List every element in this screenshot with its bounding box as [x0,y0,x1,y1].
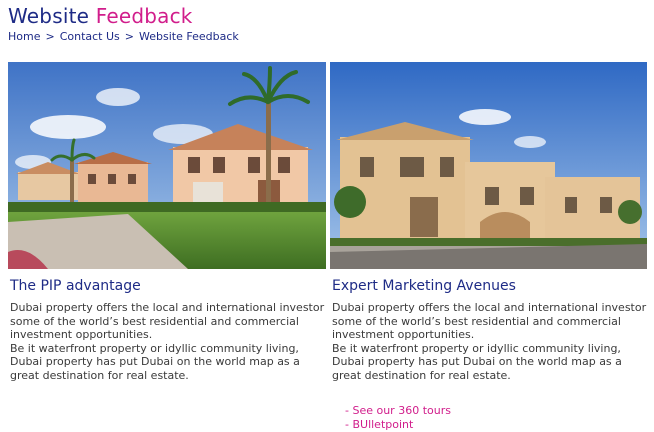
column-pip-advantage: The PIP advantage Dubai property offers … [10,278,328,382]
column-paragraph: Be it waterfront property or idyllic com… [332,341,622,382]
column-paragraph: Dubai property offers the local and inte… [10,301,325,341]
breadcrumb-home-link[interactable]: Home [8,30,40,43]
page-title-primary: Website [8,4,90,28]
villa-photo-left [8,62,326,269]
column-heading: Expert Marketing Avenues [332,278,516,294]
breadcrumb-current: Website Feedback [139,30,239,43]
column-heading: The PIP advantage [10,278,141,294]
column-expert-marketing: Expert Marketing Avenues Dubai property … [332,278,647,382]
list-item: - BUlletpoint [345,418,451,432]
column-paragraph: Be it waterfront property or idyllic com… [10,341,300,382]
breadcrumb-separator: > [124,30,134,43]
villa-photo-right [330,62,647,269]
page-title: Website Feedback [8,4,193,28]
see-360-tours-link[interactable]: - See our 360 tours [345,404,451,417]
breadcrumb-separator: > [45,30,55,43]
list-item: - See our 360 tours [345,404,451,418]
column-paragraph: Dubai property offers the local and inte… [332,301,647,341]
bullet-link-list: - See our 360 tours - BUlletpoint [345,404,451,432]
breadcrumb: Home > Contact Us > Website Feedback [8,30,239,44]
breadcrumb-contact-link[interactable]: Contact Us [60,30,120,43]
bulletpoint-link[interactable]: - BUlletpoint [345,418,413,431]
page-title-accent: Feedback [95,4,193,28]
